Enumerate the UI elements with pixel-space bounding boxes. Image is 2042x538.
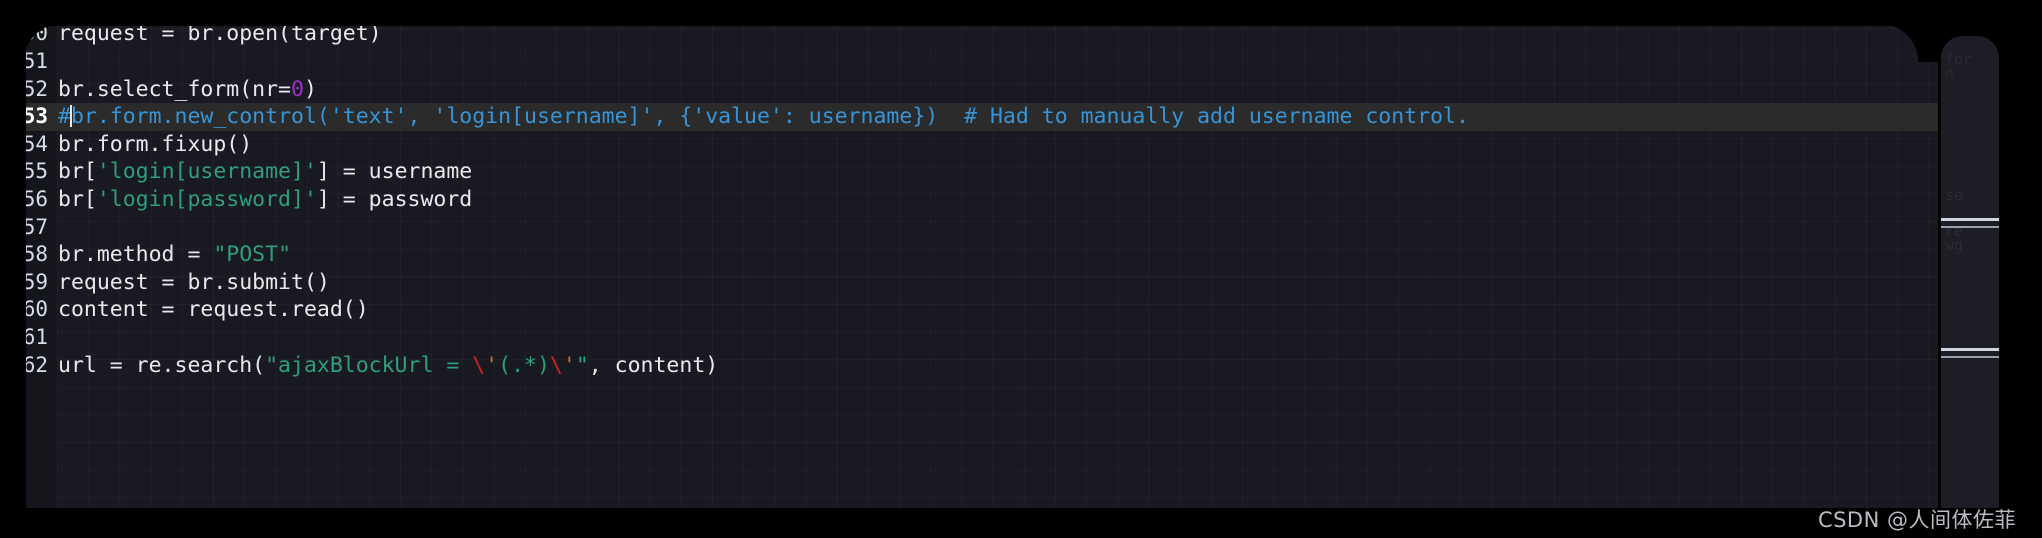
- minimap-ghost-text: wg: [1945, 236, 1964, 254]
- code-token: url = re.search(: [58, 352, 266, 378]
- minimap-marker[interactable]: [1941, 218, 1999, 221]
- minimap-ghost-text: n: [1945, 64, 1955, 82]
- code-token: (.*): [498, 352, 550, 378]
- code-token: br[: [58, 186, 97, 212]
- code-text[interactable]: br['login[username]'] = username: [48, 158, 472, 186]
- code-line[interactable]: 61: [0, 324, 1938, 352]
- code-token: 'login[username]': [96, 159, 317, 185]
- code-token: ] = password: [316, 186, 473, 212]
- code-token: 0: [291, 76, 304, 102]
- minimap-marker[interactable]: [1941, 356, 1999, 358]
- minimap-marker[interactable]: [1941, 226, 1999, 228]
- code-token: ': [562, 352, 576, 378]
- csdn-watermark: CSDN @人间体佐菲: [1817, 508, 2016, 532]
- code-text[interactable]: br.method = "POST": [48, 241, 291, 269]
- code-token: ": [575, 352, 589, 378]
- code-line[interactable]: 60 content = request.read(): [0, 296, 1938, 324]
- code-token: 'login[password]': [96, 186, 317, 212]
- top-edge-mask: [0, 0, 2042, 26]
- code-token: content = request.read(): [58, 297, 369, 323]
- code-line[interactable]: 52 br.select_form(nr=0): [0, 76, 1938, 104]
- code-token: ': [485, 352, 499, 378]
- left-black-margin: [0, 0, 26, 538]
- code-text[interactable]: request = br.open(target): [48, 26, 382, 48]
- code-token: br.method =: [58, 242, 214, 268]
- code-editor[interactable]: 50request = br.open(target)5152br.select…: [0, 26, 1938, 508]
- right-black-margin: [1999, 0, 2042, 538]
- code-text[interactable]: url = re.search("ajaxBlockUrl = \'(.*)\'…: [48, 352, 718, 380]
- code-line-active[interactable]: 53 #br.form.new_control('text', 'login[us…: [0, 103, 1938, 131]
- minimap-marker[interactable]: [1941, 348, 1999, 351]
- code-text[interactable]: br.select_form(nr=0): [48, 76, 317, 104]
- code-line[interactable]: 55 br['login[username]'] = username: [0, 158, 1938, 186]
- code-token: request = br.submit(): [58, 269, 330, 295]
- code-content[interactable]: 50request = br.open(target)5152br.select…: [0, 26, 1938, 508]
- code-token: br.form.new_control('text', 'login[usern…: [70, 104, 1469, 130]
- top-right-rounded-corner: [1880, 22, 1938, 62]
- code-token: br.form.fixup(): [58, 131, 253, 157]
- code-token: "POST": [213, 242, 292, 268]
- code-line[interactable]: 62 url = re.search("ajaxBlockUrl = \'(.*)…: [0, 352, 1938, 380]
- screenshot-root: 50request = br.open(target)5152br.select…: [0, 0, 2042, 538]
- code-token: br[: [58, 159, 97, 185]
- code-token: "ajaxBlockUrl =: [265, 352, 473, 378]
- code-line[interactable]: 50request = br.open(target): [0, 26, 1938, 48]
- clipped-top-line: 50request = br.open(target): [0, 26, 1938, 54]
- code-token: , content): [588, 352, 719, 378]
- code-token: ] = username: [316, 159, 473, 185]
- code-text[interactable]: #br.form.new_control('text', 'login[user…: [48, 103, 1469, 131]
- code-token: request = br.open(target): [58, 26, 382, 46]
- code-line[interactable]: 59 request = br.submit(): [0, 269, 1938, 297]
- code-line[interactable]: 58 br.method = "POST": [0, 241, 1938, 269]
- code-token: \: [549, 352, 563, 378]
- bottom-bar: [0, 508, 2042, 538]
- code-text[interactable]: request = br.submit(): [48, 269, 330, 297]
- code-line[interactable]: 56 br['login[password]'] = password: [0, 186, 1938, 214]
- code-token: \: [472, 352, 486, 378]
- code-token: ): [303, 76, 317, 102]
- code-text[interactable]: br['login[password]'] = password: [48, 186, 472, 214]
- code-text[interactable]: br.form.fixup(): [48, 131, 252, 159]
- minimap-scrollbar[interactable]: for n se re wg: [1941, 36, 1999, 532]
- code-line[interactable]: 54 br.form.fixup(): [0, 131, 1938, 159]
- minimap-ghost-text: se: [1945, 186, 1964, 204]
- code-token: br.select_form(nr=: [58, 76, 291, 102]
- code-text[interactable]: content = request.read(): [48, 296, 369, 324]
- code-line[interactable]: 57: [0, 214, 1938, 242]
